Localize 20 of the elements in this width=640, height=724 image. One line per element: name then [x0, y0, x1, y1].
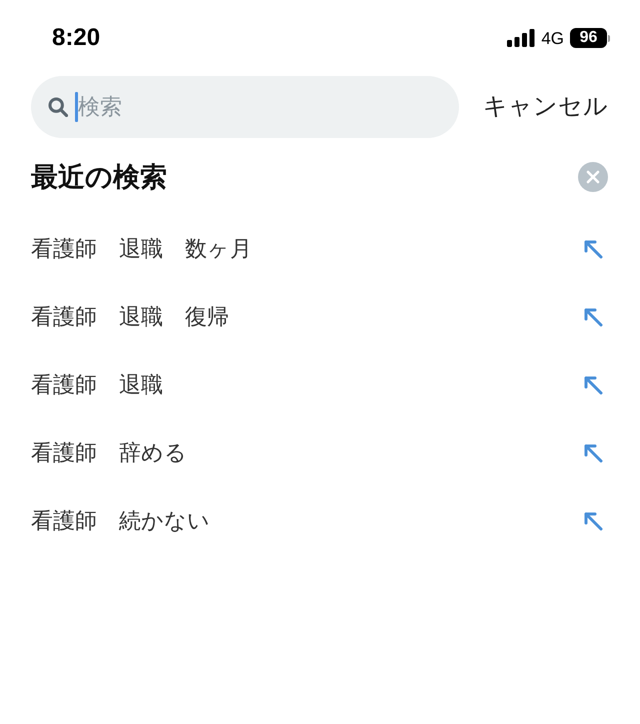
clock-time: 8:20	[52, 26, 100, 50]
network-type: 4G	[541, 30, 564, 46]
arrow-up-left-icon[interactable]	[584, 444, 603, 462]
recent-search-query[interactable]: 看護師 退職	[31, 374, 163, 396]
search-input[interactable]: 検索	[78, 87, 439, 127]
section-heading: 最近の検索	[31, 164, 167, 190]
battery-indicator: 96	[570, 28, 610, 48]
search-field[interactable]: 検索	[31, 76, 459, 138]
cancel-button[interactable]: キャンセル	[483, 95, 608, 119]
arrow-up-left-icon[interactable]	[584, 308, 603, 326]
search-icon	[48, 97, 68, 117]
signal-icon	[507, 29, 536, 47]
recent-search-query[interactable]: 看護師 退職 数ヶ月	[31, 238, 252, 260]
arrow-up-left-icon[interactable]	[584, 240, 603, 258]
arrow-up-left-icon[interactable]	[584, 376, 603, 394]
recent-search-query[interactable]: 看護師 辞める	[31, 442, 187, 464]
close-icon[interactable]	[578, 162, 608, 192]
recent-search-query[interactable]: 看護師 退職 復帰	[31, 306, 229, 328]
arrow-up-left-icon[interactable]	[584, 512, 603, 530]
recent-search-query[interactable]: 看護師 続かない	[31, 510, 210, 532]
